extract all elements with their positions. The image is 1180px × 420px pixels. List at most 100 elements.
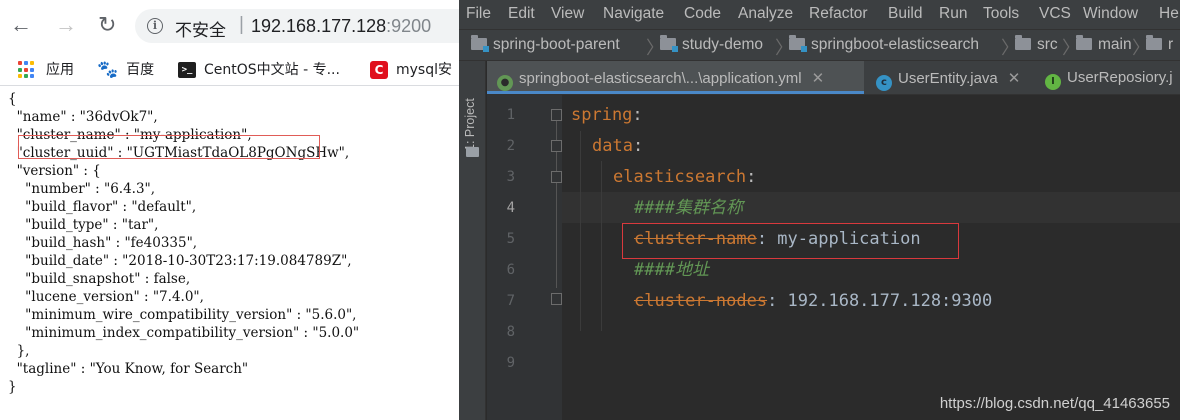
breadcrumb-label: main <box>1098 36 1132 53</box>
url-host: 192.168.177.128 <box>251 16 387 36</box>
line-number: 1 <box>506 107 515 123</box>
close-icon[interactable]: ✕ <box>812 70 825 87</box>
editor-tabs: ● springboot-elasticsearch\...\applicatio… <box>487 61 1180 95</box>
bookmark-mysql[interactable]: Cmysql安 <box>370 59 452 79</box>
breadcrumb-study-demo[interactable]: study-demo <box>660 35 763 54</box>
code-line-1: spring: <box>571 104 643 126</box>
menu-view[interactable]: View <box>551 5 584 23</box>
tab-user-reposiory[interactable]: I UserReposiory.j <box>1039 61 1180 94</box>
browser-toolbar: ← → ↻ i 不安全 | 192.168.177.128:9200 <box>0 0 459 52</box>
tab-label: UserReposiory.j <box>1067 69 1173 86</box>
json-line: "build_snapshot" : false, <box>8 271 191 287</box>
security-label[interactable]: 不安全 <box>175 16 226 41</box>
menu-bar: File Edit View Navigate Code Analyze Ref… <box>459 0 1180 29</box>
yaml-colon: : <box>746 167 757 187</box>
ide-window: File Edit View Navigate Code Analyze Ref… <box>459 0 1180 420</box>
bookmark-label: 应用 <box>46 62 74 78</box>
bookmark-centos[interactable]: >_ CentOS中文站 - 专... <box>178 59 340 79</box>
fold-marker-icon[interactable] <box>551 109 562 121</box>
fold-marker-icon[interactable] <box>551 140 562 152</box>
breadcrumb-label: src <box>1037 36 1058 53</box>
breadcrumb-label: study-demo <box>682 36 763 53</box>
bookmark-baidu[interactable]: 🐾 百度 <box>97 59 155 80</box>
menu-code[interactable]: Code <box>684 5 721 23</box>
csdn-icon: C <box>370 61 388 79</box>
menu-window[interactable]: Window <box>1083 5 1138 23</box>
breadcrumb-label: springboot-elasticsearch <box>811 36 980 53</box>
bookmarks-bar: 应用 🐾 百度 >_ CentOS中文站 - 专... Cmysql安 <box>0 52 459 86</box>
browser-window: ← → ↻ i 不安全 | 192.168.177.128:9200 应用 🐾 百… <box>0 0 459 420</box>
breadcrumb-resources[interactable]: r <box>1146 35 1174 54</box>
yaml-colon: : <box>632 136 644 156</box>
bookmark-label: CentOS中文站 - 专... <box>204 62 340 78</box>
json-line: "number" : "6.4.3", <box>8 181 156 197</box>
interface-icon: I <box>1045 74 1061 90</box>
yaml-key-deprecated: cluster-nodes <box>634 291 768 311</box>
breadcrumb-spring-boot-parent[interactable]: spring-boot-parent <box>471 35 620 54</box>
json-line: "name" : "36dvOk7", <box>8 109 158 125</box>
menu-vcs[interactable]: VCS <box>1039 5 1071 23</box>
navigation-breadcrumb: spring-boot-parent 〉 study-demo 〉 spring… <box>459 29 1180 61</box>
json-line: "version" : { <box>8 163 101 179</box>
breadcrumb-src[interactable]: src <box>1015 35 1058 54</box>
folder-icon <box>1015 35 1031 50</box>
cluster-name-highlight <box>622 223 959 259</box>
code-editor[interactable]: spring: data: elasticsearch: ####集群名称 cl… <box>562 95 1180 420</box>
folder-icon <box>1146 35 1162 50</box>
yaml-colon: : <box>632 105 643 125</box>
bookmark-label: mysql安 <box>396 62 452 78</box>
url-port: :9200 <box>386 16 432 36</box>
json-line: "lucene_version" : "7.4.0", <box>8 289 204 305</box>
project-tool-window-button[interactable]: 1: Project <box>463 81 481 151</box>
folder-icon <box>1076 35 1092 50</box>
bookmark-apps[interactable]: 应用 <box>18 59 74 79</box>
menu-analyze[interactable]: Analyze <box>738 5 793 23</box>
menu-edit[interactable]: Edit <box>508 5 535 23</box>
indent-guide <box>601 161 602 331</box>
menu-navigate[interactable]: Navigate <box>603 5 664 23</box>
breadcrumb-label: r <box>1168 36 1174 53</box>
tab-user-entity[interactable]: c UserEntity.java ✕ <box>870 61 1032 94</box>
line-number: 3 <box>506 169 515 185</box>
omnibox-separator: | <box>239 14 244 35</box>
yaml-key: elasticsearch <box>613 167 747 187</box>
yaml-icon: ● <box>497 75 513 91</box>
code-line-4: ####集群名称 <box>634 198 743 218</box>
menu-tools[interactable]: Tools <box>983 5 1019 23</box>
cluster-name-highlight <box>18 135 320 159</box>
code-line-7: cluster-nodes: 192.168.177.128:9300 <box>634 290 992 312</box>
apps-grid-icon <box>18 61 36 79</box>
indent-guide <box>580 131 581 331</box>
bookmark-label: 百度 <box>126 62 155 78</box>
menu-file[interactable]: File <box>466 5 491 23</box>
forward-button[interactable]: → <box>55 14 77 36</box>
yaml-key: spring <box>571 105 633 125</box>
url-text[interactable]: 192.168.177.128:9200 <box>251 16 431 37</box>
json-line: "minimum_index_compatibility_version" : … <box>8 325 360 341</box>
line-number: 8 <box>506 324 515 340</box>
info-icon[interactable]: i <box>147 18 163 34</box>
breadcrumb-label: spring-boot-parent <box>493 36 620 53</box>
back-button[interactable]: ← <box>10 14 32 36</box>
menu-run[interactable]: Run <box>939 5 967 23</box>
menu-help[interactable]: He <box>1159 5 1179 23</box>
project-tool-label: 1: Project <box>463 98 477 151</box>
editor-gutter: 1 2 3 4 5 6 7 8 9 <box>487 95 562 420</box>
fold-marker-icon[interactable] <box>551 171 562 183</box>
reload-button[interactable]: ↻ <box>98 14 116 36</box>
code-line-2: data: <box>592 135 643 157</box>
yaml-key: data <box>592 136 633 156</box>
close-icon[interactable]: ✕ <box>1008 70 1021 87</box>
json-line: { <box>8 91 17 107</box>
tab-application-yml[interactable]: ● springboot-elasticsearch\...\applicatio… <box>487 61 864 94</box>
code-line-6: ####地址 <box>634 260 709 280</box>
breadcrumb-springboot-elasticsearch[interactable]: springboot-elasticsearch <box>789 35 980 54</box>
breadcrumb-main[interactable]: main <box>1076 35 1132 54</box>
fold-end-marker-icon[interactable] <box>551 293 562 305</box>
menu-build[interactable]: Build <box>888 5 922 23</box>
menu-refactor[interactable]: Refactor <box>809 5 868 23</box>
tab-label: springboot-elasticsearch\...\application… <box>519 70 802 87</box>
tool-window-strip: 1: Project <box>459 61 486 420</box>
terminal-icon: >_ <box>178 62 196 78</box>
address-bar[interactable]: i 不安全 | 192.168.177.128:9200 <box>135 9 459 43</box>
